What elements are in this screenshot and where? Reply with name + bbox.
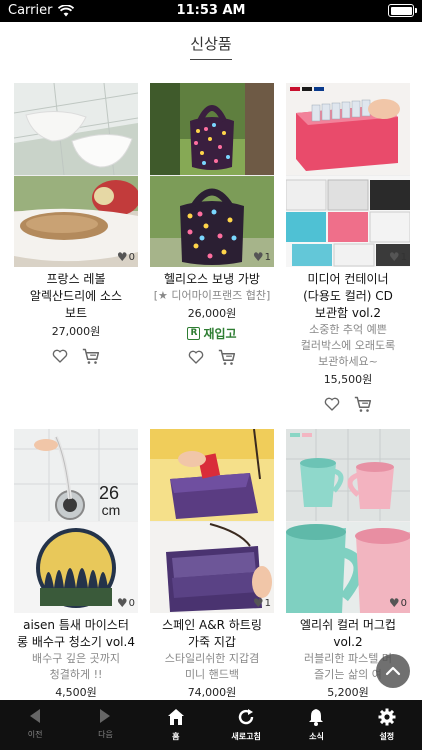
tab-notifications[interactable]: 소식 [281,700,351,750]
product-image[interactable]: ♥ 1 [286,83,410,267]
product-photo-top [286,429,410,521]
product-price: 26,000원 [187,307,237,320]
tab-forward[interactable]: 다음 [70,700,140,750]
heart-filled-icon: ♥ [116,250,128,264]
bottom-tab-bar: 이전 다음 홈 새로고침 소식 설정 [0,700,422,750]
chevron-up-icon [385,666,401,676]
battery-icon [388,4,417,17]
product-photo-top [150,83,274,175]
heart-outline-icon[interactable] [323,395,341,413]
tab-refresh[interactable]: 새로고침 [211,700,281,750]
product-image[interactable]: ♥ 0 [14,83,138,267]
product-name[interactable]: 엘리쉬 컬러 머그컵 vol.2 [286,617,410,651]
tab-back[interactable]: 이전 [0,700,70,750]
restock-badge: R 재입고 [150,325,274,342]
tab-home[interactable]: 홈 [141,700,211,750]
product-photo-top [14,83,138,175]
cart-icon[interactable] [353,395,373,413]
product-name[interactable]: 프랑스 레볼 알렉산드리에 소스 보트 [14,271,138,322]
product-photo-top [150,429,274,521]
refresh-icon [239,709,254,725]
product-photo-top [286,83,410,175]
drain-size-label: 26 [99,483,119,503]
like-count: ♥ 0 [116,250,135,264]
heart-filled-icon: ♥ [252,250,264,264]
forward-arrow-icon [100,709,111,723]
like-count: ♥ 1 [388,250,407,264]
product-subtitle: [★ 디어마이프랜즈 협찬] [153,289,271,302]
product-name[interactable]: 스페인 A&R 하트링 가죽 지갑 [150,617,274,651]
like-count: ♥ 1 [252,596,271,610]
product-name[interactable]: 헬리오스 보냉 가방 [150,271,274,288]
product-card[interactable]: 26 cm ♥ 0 aisen 틈새 마이스터 롱 배수구 청소기 vol.4 배수… [14,429,138,702]
product-actions [286,395,410,413]
product-name[interactable]: 미디어 컨테이너 (다용도 컬러) CD 보관함 vol.2 [286,271,410,322]
clock: 11:53 AM [176,3,246,18]
tab-settings[interactable]: 설정 [352,700,422,750]
cart-icon[interactable] [81,347,101,365]
product-card[interactable]: ♥ 0 프랑스 레볼 알렉산드리에 소스 보트 27,000원 [14,83,138,365]
product-card[interactable]: ♥ 1 헬리오스 보냉 가방 [★ 디어마이프랜즈 협찬] 26,000원 R 재입… [150,83,274,366]
product-image[interactable]: 26 cm ♥ 0 [14,429,138,613]
back-arrow-icon [30,709,41,723]
title-underline [190,59,232,60]
like-count: ♥ 0 [116,596,135,610]
restock-icon: R [187,327,201,340]
product-price: 15,500원 [323,373,373,386]
heart-outline-icon[interactable] [51,347,69,365]
gear-icon [378,708,396,726]
heart-filled-icon: ♥ [388,250,400,264]
status-bar: Carrier 11:53 AM [0,0,422,22]
drain-unit-label: cm [102,502,121,518]
product-image[interactable]: ♥ 1 [150,429,274,613]
heart-outline-icon[interactable] [187,348,205,366]
product-card[interactable]: ♥ 1 스페인 A&R 하트링 가죽 지갑 스타일리쉬한 지갑겸 미니 핸드백 74,… [150,429,274,702]
product-description: 배수구 깊은 곳까지 청결하게 !! [32,652,120,681]
bell-icon [309,709,324,726]
product-actions [150,348,274,366]
product-card[interactable]: ♥ 1 미디어 컨테이너 (다용도 컬러) CD 보관함 vol.2 소중한 추억 예… [286,83,410,413]
product-price: 27,000원 [51,325,101,338]
heart-filled-icon: ♥ [252,596,264,610]
product-description: 소중한 추억 예쁜 컬러박스에 오래도록 보관하세요~ [300,323,396,368]
product-name[interactable]: aisen 틈새 마이스터 롱 배수구 청소기 vol.4 [14,617,138,651]
heart-filled-icon: ♥ [388,596,400,610]
product-actions [14,347,138,365]
cart-icon[interactable] [217,348,237,366]
scroll-to-top-button[interactable] [376,654,410,688]
home-icon [167,709,184,725]
product-description: 스타일리쉬한 지갑겸 미니 핸드백 [164,652,260,681]
product-photo-top: 26 cm [14,429,138,521]
like-count: ♥ 0 [388,596,407,610]
heart-filled-icon: ♥ [116,596,128,610]
like-count: ♥ 1 [252,250,271,264]
product-image[interactable]: ♥ 0 [286,429,410,613]
page-title: 신상품 [190,35,232,53]
product-image[interactable]: ♥ 1 [150,83,274,267]
